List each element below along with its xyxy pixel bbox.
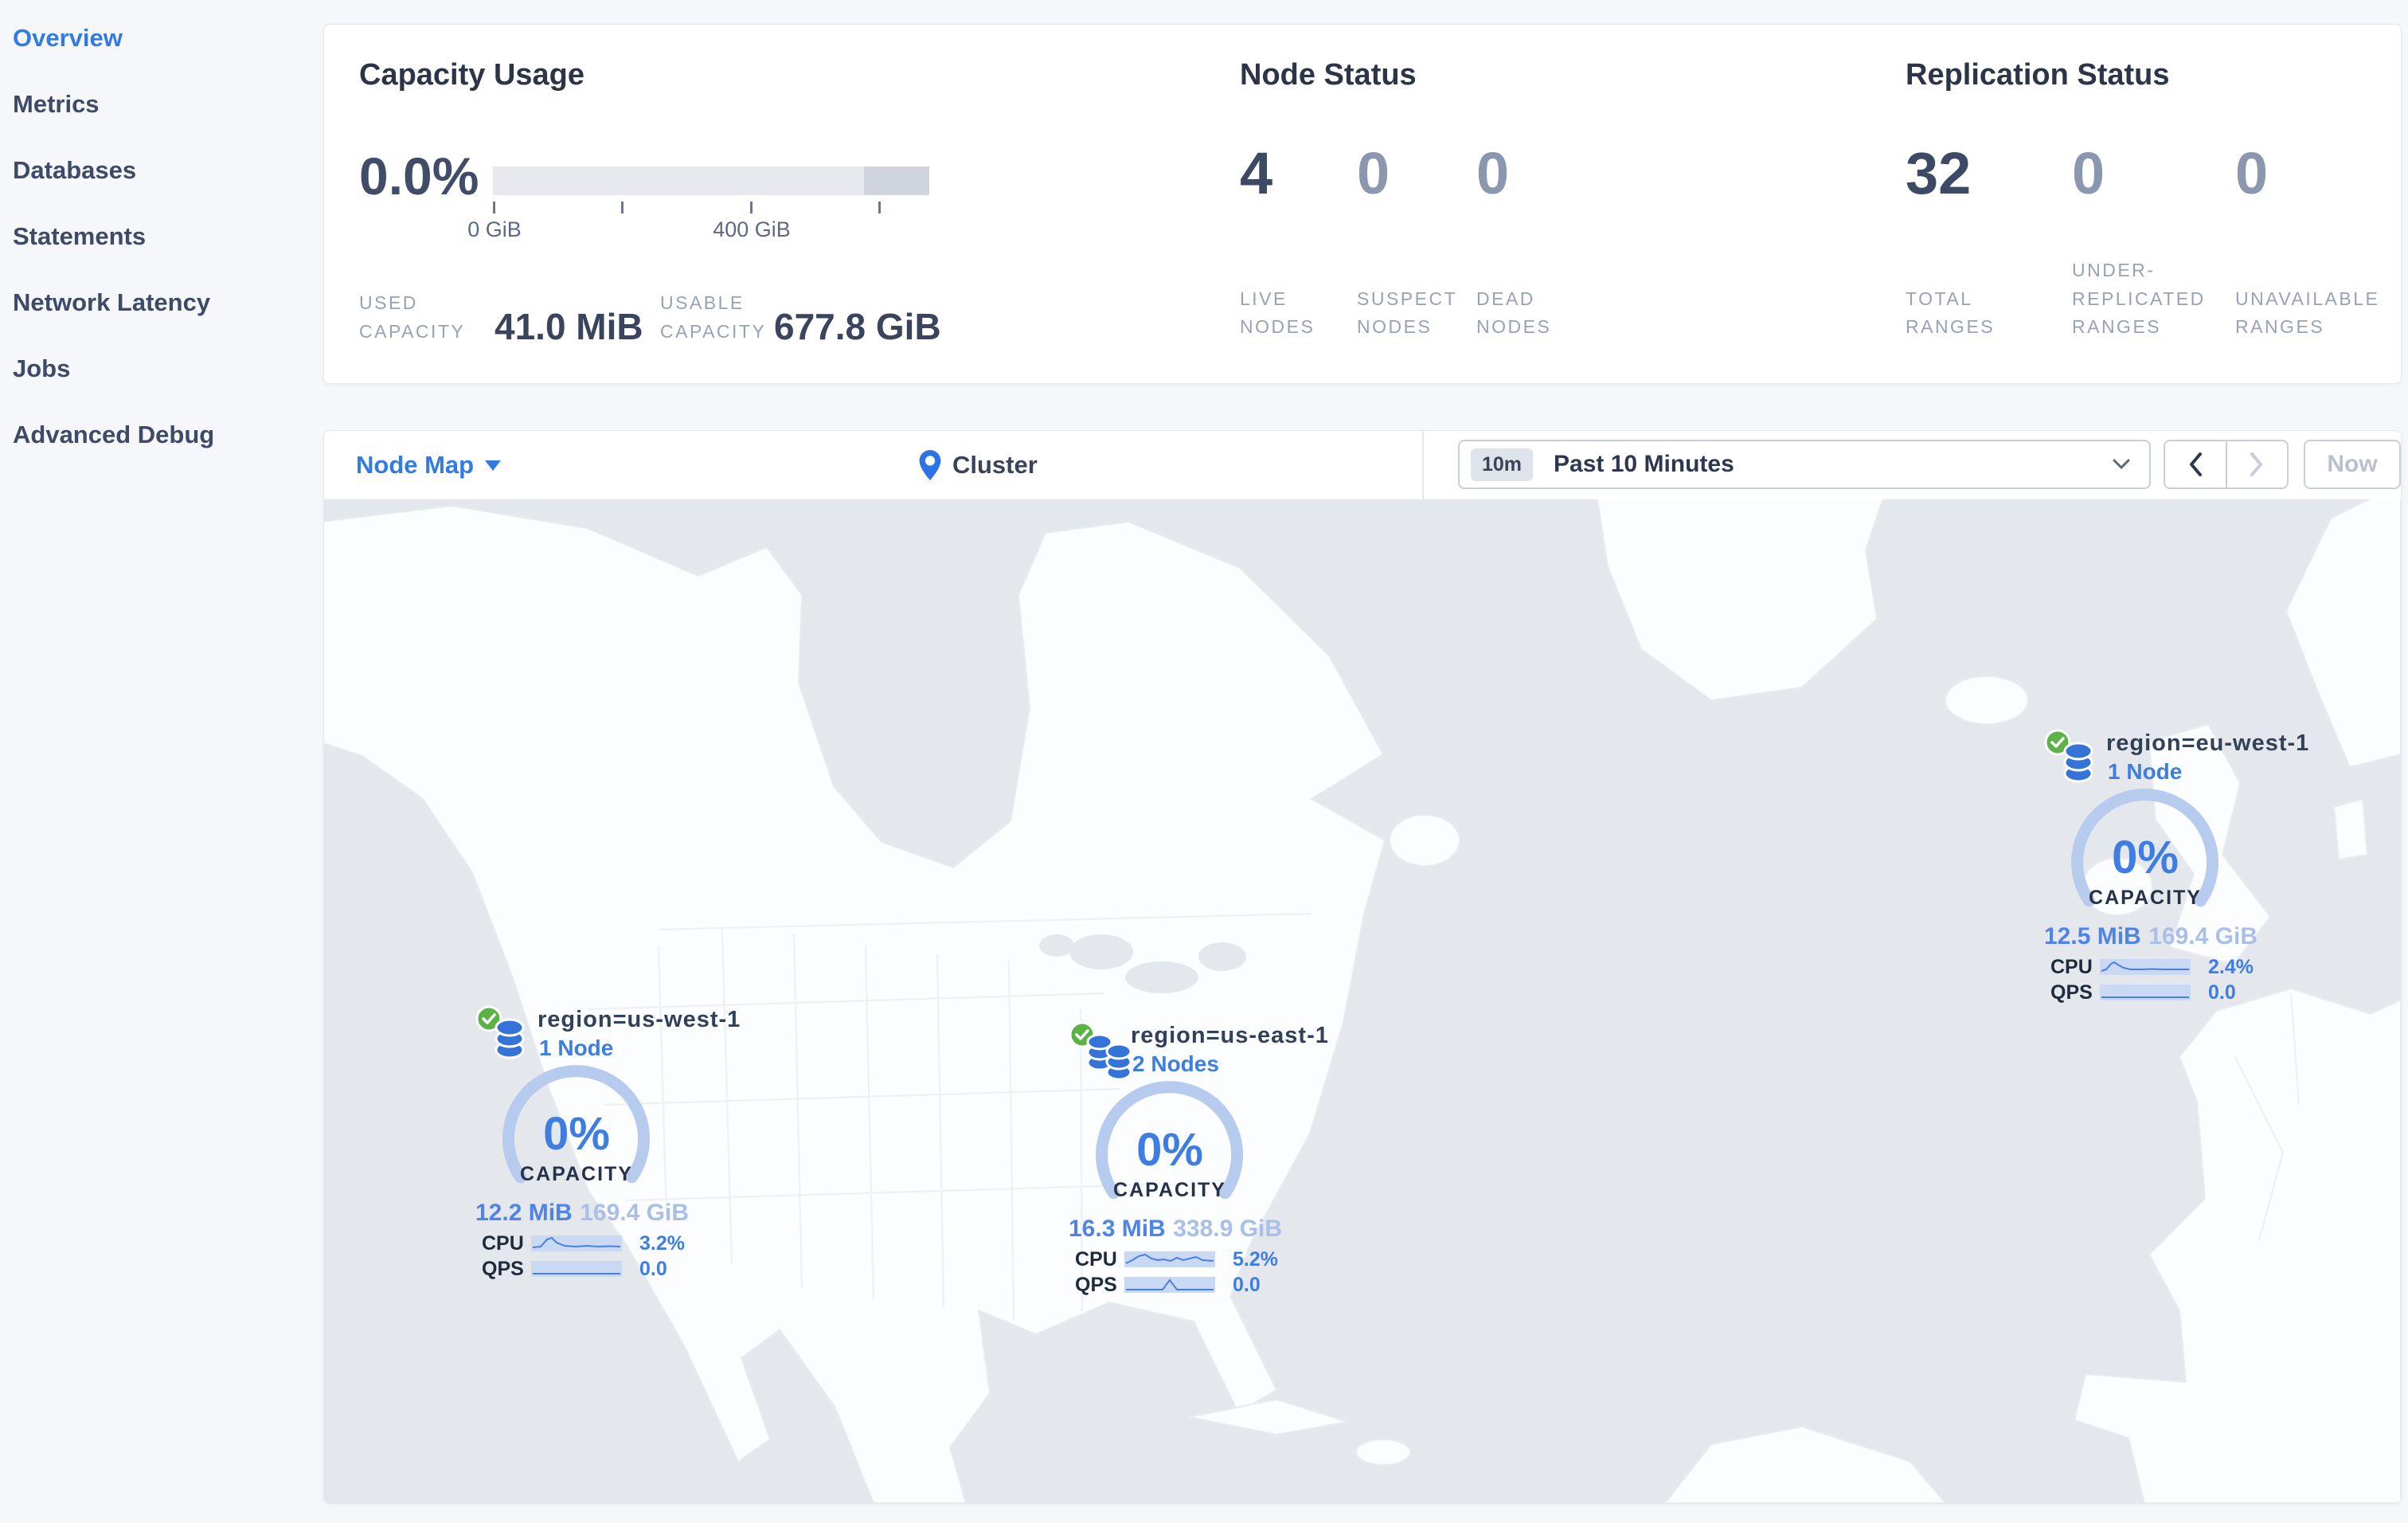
qps-sparkline (531, 1261, 622, 1277)
node-map[interactable]: region=us-west-1 1 Node 0% CAPACITY 12.2… (324, 499, 2401, 1503)
region-capacity-label: CAPACITY (1113, 1179, 1226, 1201)
sidebar-item-network-latency[interactable]: Network Latency (13, 285, 210, 320)
node-map-card: Node Map Cluster 10m Past 10 Minutes Now… (323, 430, 2402, 1504)
cpu-label: CPU (1075, 1247, 1117, 1270)
sidebar-item-overview[interactable]: Overview (13, 21, 123, 56)
sidebar-item-metrics[interactable]: Metrics (13, 87, 100, 122)
dead-nodes-label: DEAD NODES (1476, 288, 1552, 338)
cpu-label: CPU (2050, 955, 2093, 978)
under-replicated-ranges-metric: 0 UNDER-REPLICATED RANGES (2072, 144, 2257, 342)
cpu-sparkline (531, 1235, 622, 1251)
cpu-label: CPU (482, 1231, 524, 1255)
live-nodes-label: LIVE NODES (1240, 288, 1315, 338)
time-step-forward-button[interactable] (2225, 441, 2288, 487)
region-usable-capacity: 169.4 GiB (580, 1200, 689, 1226)
cpu-sparkline (1124, 1251, 1215, 1267)
region-name: region=eu-west-1 (2106, 730, 2310, 756)
under-replicated-ranges-label: UNDER-REPLICATED RANGES (2072, 260, 2206, 338)
chevron-left-icon (2189, 452, 2202, 476)
qps-value: 0.0 (1233, 1273, 1261, 1296)
node-map-toolbar: Node Map Cluster 10m Past 10 Minutes Now (324, 431, 2401, 501)
unavailable-ranges-value: 0 (2235, 140, 2269, 206)
sidebar-item-advanced-debug[interactable]: Advanced Debug (13, 417, 214, 452)
cpu-sparkline (2100, 959, 2191, 975)
qps-sparkline (2100, 985, 2191, 1000)
region-capacity-label: CAPACITY (2089, 887, 2202, 909)
chevron-down-icon (485, 460, 502, 471)
capacity-axis-label-0: 0 GiB (467, 217, 522, 241)
capacity-usage-percent: 0.0% (359, 147, 479, 206)
sidebar: Overview Metrics Databases Statements Ne… (0, 0, 316, 1523)
used-capacity-label: USED CAPACITY (359, 292, 466, 342)
time-step-back-button[interactable] (2165, 441, 2226, 487)
unavailable-ranges-label: UNAVAILABLE RANGES (2235, 288, 2380, 338)
capacity-axis-tick (493, 202, 495, 213)
capacity-axis-tick (878, 202, 881, 213)
capacity-usage-bar (493, 166, 929, 195)
capacity-usage-title: Capacity Usage (359, 58, 585, 92)
total-ranges-value: 32 (1906, 140, 1972, 206)
suspect-nodes-label: SUSPECT NODES (1357, 288, 1457, 338)
usable-capacity-value: 677.8 GiB (774, 306, 941, 347)
sidebar-item-jobs[interactable]: Jobs (13, 351, 70, 386)
qps-label: QPS (2050, 981, 2093, 1004)
region-name: region=us-east-1 (1131, 1023, 1329, 1048)
qps-label: QPS (1075, 1273, 1117, 1296)
unavailable-ranges-metric: 0 UNAVAILABLE RANGES (2235, 144, 2408, 342)
region-name: region=us-west-1 (538, 1007, 741, 1032)
region-usable-capacity: 338.9 GiB (1173, 1216, 1282, 1242)
replication-status-title: Replication Status (1906, 58, 2170, 92)
region-used-capacity: 12.5 MiB (2044, 923, 2141, 949)
toolbar-divider (1422, 431, 1424, 499)
capacity-axis-tick (621, 202, 624, 213)
time-range-label: Past 10 Minutes (1554, 451, 1734, 477)
live-nodes-value: 4 (1240, 140, 1273, 206)
qps-label: QPS (482, 1257, 524, 1280)
suspect-nodes-metric: 0 SUSPECT NODES (1357, 144, 1476, 342)
cpu-value: 3.2% (639, 1231, 685, 1255)
chevron-right-icon (2250, 452, 2263, 476)
capacity-usage-bar-reserved (863, 166, 929, 195)
breadcrumb[interactable]: Cluster (919, 431, 1038, 499)
suspect-nodes-value: 0 (1357, 140, 1390, 206)
node-status-title: Node Status (1240, 58, 1417, 92)
region-capacity-percent: 0% (543, 1108, 610, 1160)
dead-nodes-metric: 0 DEAD NODES (1476, 144, 1580, 342)
dead-nodes-value: 0 (1476, 140, 1510, 206)
time-range-dropdown[interactable]: 10m Past 10 Minutes (1458, 440, 2151, 489)
view-selector-label: Node Map (356, 451, 475, 479)
live-nodes-metric: 4 LIVE NODES (1240, 144, 1343, 342)
region-capacity-percent: 0% (2112, 832, 2179, 883)
region-used-capacity: 12.2 MiB (475, 1200, 573, 1226)
sidebar-item-statements[interactable]: Statements (13, 219, 146, 254)
cpu-value: 5.2% (1233, 1247, 1278, 1270)
region-used-capacity: 16.3 MiB (1069, 1216, 1166, 1242)
total-ranges-label: TOTAL RANGES (1906, 288, 1996, 338)
breadcrumb-label: Cluster (952, 451, 1038, 479)
qps-value: 0.0 (639, 1257, 667, 1280)
total-ranges-metric: 32 TOTAL RANGES (1906, 144, 2033, 342)
cpu-value: 2.4% (2208, 955, 2254, 978)
now-button[interactable]: Now (2304, 440, 2401, 489)
sidebar-item-databases[interactable]: Databases (13, 153, 136, 188)
region-capacity-percent: 0% (1136, 1124, 1203, 1176)
cluster-summary-card: Capacity Usage 0.0% 0 GiB 400 GiB USED C… (323, 24, 2402, 384)
qps-value: 0.0 (2208, 981, 2236, 1004)
used-capacity-value: 41.0 MiB (494, 306, 643, 347)
time-range-badge: 10m (1471, 448, 1534, 481)
capacity-axis-label-400: 400 GiB (713, 217, 791, 241)
location-pin-icon (919, 450, 941, 480)
region-usable-capacity: 169.4 GiB (2148, 923, 2258, 949)
under-replicated-ranges-value: 0 (2072, 140, 2105, 206)
chevron-down-icon (2113, 459, 2130, 469)
view-selector-dropdown[interactable]: Node Map (356, 431, 502, 499)
region-capacity-label: CAPACITY (520, 1163, 633, 1185)
qps-sparkline (1124, 1277, 1215, 1293)
time-step-buttons (2164, 440, 2289, 489)
capacity-axis-tick (750, 202, 752, 213)
